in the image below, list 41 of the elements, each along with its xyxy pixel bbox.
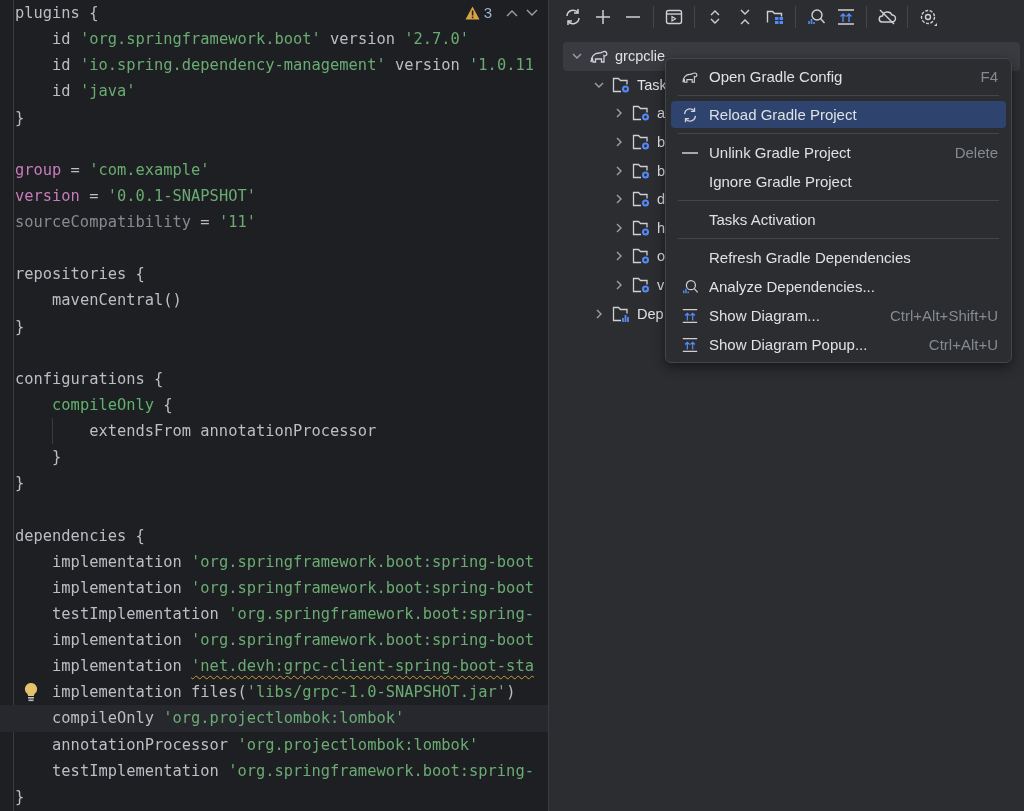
code-line: compileOnly 'org.projectlombok:lombok' [52, 709, 405, 728]
tree-label: v [657, 277, 665, 294]
code-line: implementation 'net.devh:grpc-client-spring-boot-sta [52, 657, 534, 676]
code-line: repositories { [15, 265, 145, 284]
code-line: annotationProcessor 'org.projectlombok:lombok' [52, 735, 479, 754]
code-line: mavenCentral() [52, 291, 182, 310]
code-line: extendsFrom annotationProcessor [89, 422, 377, 440]
tree-label: grcpclie [615, 48, 665, 65]
code-line: } [15, 787, 25, 806]
code-line: group = 'com.example' [15, 160, 210, 179]
tree-label: o [657, 248, 666, 265]
code-line: sourceCompatibility = '11' [15, 213, 256, 231]
code-line: implementation files('libs/grpc-1.0-SNAPSHOT.jar') [52, 683, 516, 702]
tree-label: a [657, 105, 666, 122]
code-line: compileOnly { [52, 395, 173, 414]
code-line: implementation 'org.springframework.boot:spring-boot [52, 631, 534, 649]
tree-label: b [657, 162, 666, 179]
tree-label: h [657, 219, 666, 236]
code-line: } [15, 108, 25, 127]
code-line: implementation 'org.springframework.boot:spring-boot [52, 578, 534, 597]
code-line: testImplementation 'org.springframework.boot:spring- [52, 604, 534, 623]
code-line: testImplementation 'org.springframework.boot:spring- [52, 761, 534, 780]
tree-label: b [657, 134, 666, 151]
code-line: configurations { [15, 369, 164, 388]
code-line: version = '0.0.1-SNAPSHOT' [15, 186, 256, 205]
code-line: plugins { [15, 4, 99, 22]
tree-label: Task [637, 76, 667, 93]
tree-label: d [657, 191, 666, 208]
code-line: } [52, 448, 62, 467]
code-line: } [15, 474, 25, 493]
code-line: dependencies { [15, 526, 145, 545]
code-line: } [15, 317, 25, 336]
code-line: id 'org.springframework.boot' version '2.7.0' [52, 30, 470, 49]
code-line: id 'java' [52, 82, 136, 101]
shortcut-hint: Delete [954, 144, 998, 161]
code-line: implementation 'org.springframework.boot:spring-boot [52, 552, 534, 571]
tree-label: Dep [637, 305, 664, 322]
shortcut-hint: Ctrl+Alt+U [928, 336, 998, 353]
shortcut-hint: Ctrl+Alt+Shift+U [890, 307, 998, 324]
shortcut-hint: F4 [980, 68, 998, 85]
code-line: id 'io.spring.dependency-management' version '1.0.11 [52, 56, 534, 75]
